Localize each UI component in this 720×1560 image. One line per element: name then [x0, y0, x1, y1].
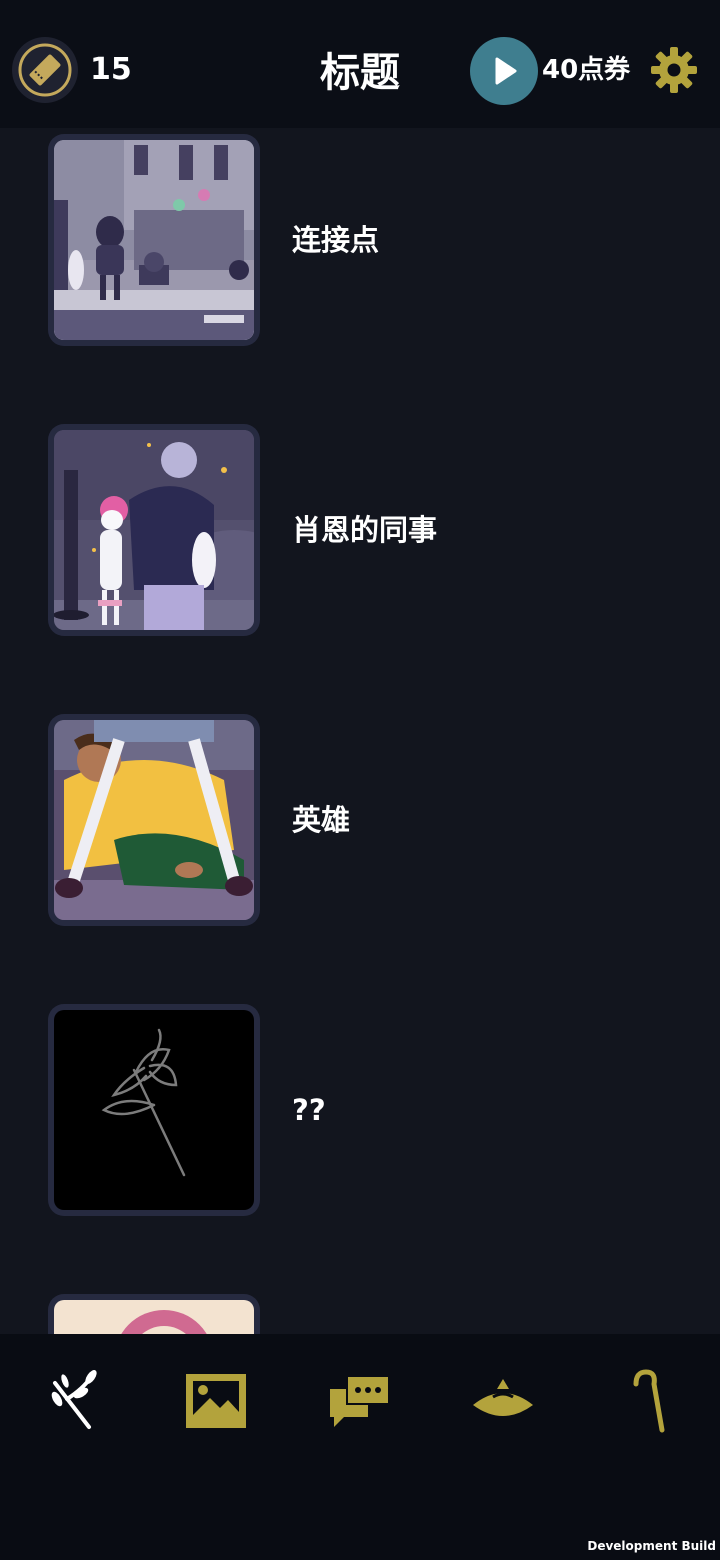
- episode-title: 连接点: [292, 223, 380, 257]
- development-build-label: Development Build: [587, 1539, 716, 1553]
- nav-branch-button[interactable]: [38, 1366, 108, 1436]
- street-scene-illustration: [54, 140, 254, 340]
- episode-thumbnail[interactable]: [48, 134, 260, 346]
- bottom-nav: Development Build: [0, 1334, 720, 1560]
- chat-icon: [330, 1375, 390, 1427]
- list-item[interactable]: 肖恩的同事: [0, 418, 720, 638]
- episode-title: 肖恩的同事: [292, 513, 438, 547]
- nav-cane-button[interactable]: [612, 1366, 682, 1436]
- episode-thumbnail[interactable]: [48, 714, 260, 926]
- episode-thumbnail[interactable]: [48, 424, 260, 636]
- hat-icon: [473, 1379, 533, 1416]
- top-bar: 15 标题 40点券: [0, 0, 720, 128]
- list-item[interactable]: [0, 1288, 720, 1334]
- ticket-count: 15: [90, 52, 132, 87]
- play-icon: [495, 57, 517, 85]
- cane-icon: [633, 1369, 665, 1433]
- points-label: 40点券: [542, 55, 631, 85]
- hero-scene-illustration: [54, 720, 254, 920]
- branch-icon: [51, 1370, 97, 1429]
- night-scene-illustration: [54, 430, 254, 630]
- partial-scene-illustration: [54, 1300, 254, 1334]
- episode-thumbnail[interactable]: [48, 1294, 260, 1334]
- episode-title: 英雄: [292, 803, 351, 837]
- nav-hat-button[interactable]: [468, 1366, 538, 1436]
- nav-chat-button[interactable]: [325, 1366, 395, 1436]
- episode-thumbnail-locked[interactable]: [48, 1004, 260, 1216]
- episode-list[interactable]: 连接点 肖恩的同事 英雄 ??: [0, 128, 720, 1334]
- flower-silhouette-icon: [54, 1010, 254, 1210]
- episode-title: ??: [292, 1093, 326, 1127]
- list-item[interactable]: 连接点: [0, 128, 720, 348]
- gear-icon: [651, 47, 697, 93]
- settings-button[interactable]: [650, 46, 698, 94]
- nav-gallery-button[interactable]: [181, 1366, 251, 1436]
- ticket-icon: [18, 43, 72, 97]
- play-button[interactable]: [470, 37, 538, 105]
- gallery-icon: [186, 1374, 246, 1428]
- list-item[interactable]: ??: [0, 998, 720, 1218]
- page-title: 标题: [320, 50, 400, 96]
- list-item[interactable]: 英雄: [0, 708, 720, 928]
- ticket-badge[interactable]: [12, 37, 78, 103]
